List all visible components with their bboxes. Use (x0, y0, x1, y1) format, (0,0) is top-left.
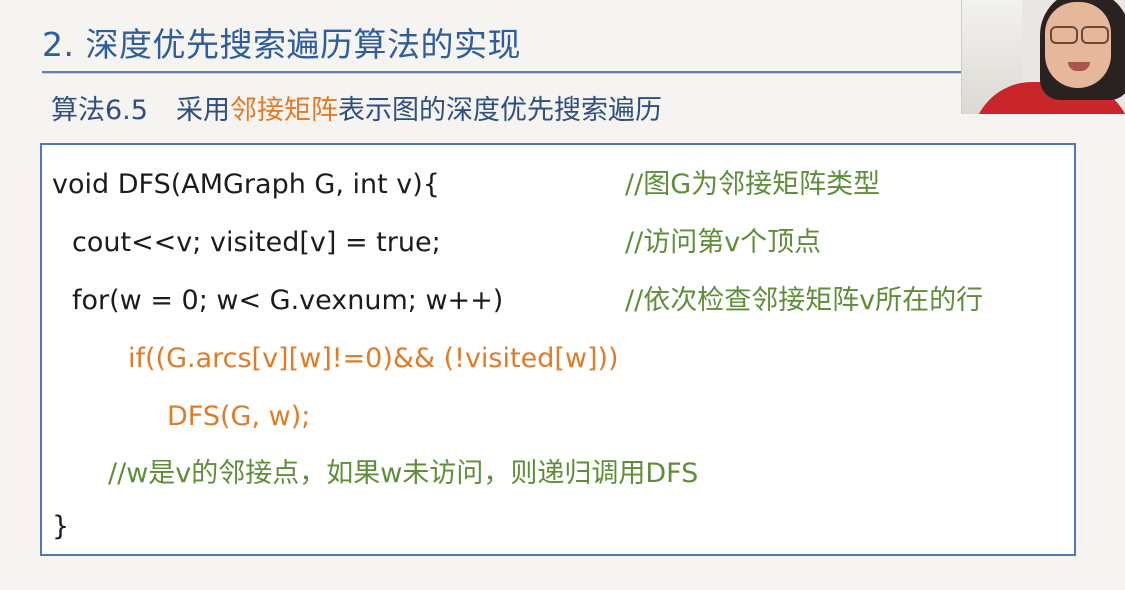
code-line: void DFS(AMGraph G, int v){ //图G为邻接矩阵类型 (42, 165, 1074, 205)
code-line: if((G.arcs[v][w]!=0)&& (!visited[w])) (42, 339, 1074, 379)
presenter-mouth (1068, 62, 1090, 71)
code-line: } (42, 507, 1074, 547)
glasses-left (1050, 26, 1078, 44)
presenter-face (1045, 2, 1111, 88)
code-text: if((G.arcs[v][w]!=0)&& (!visited[w])) (128, 343, 619, 374)
subtitle-prefix: 采用 (175, 95, 230, 126)
code-comment: //依次检查邻接矩阵v所在的行 (625, 285, 984, 316)
subtitle-highlight: 邻接矩阵 (229, 95, 338, 126)
code-text: } (52, 511, 70, 542)
presenter-video (961, 0, 1125, 114)
slide-title: 2. 深度优先搜索遍历算法的实现 (42, 25, 521, 64)
code-text: DFS(G, w); (167, 401, 311, 432)
code-line: for(w = 0; w< G.vexnum; w++) //依次检查邻接矩阵v… (42, 281, 1074, 321)
code-line: //w是v的邻接点，如果w未访问，则递归调用DFS (42, 454, 1074, 494)
subtitle-suffix: 表示图的深度优先搜索遍历 (337, 95, 662, 126)
algorithm-label: 算法6.5 (51, 95, 148, 126)
title-divider (42, 71, 962, 74)
code-line: DFS(G, w); (42, 397, 1074, 437)
code-text: void DFS(AMGraph G, int v){ (52, 169, 440, 200)
slide-subtitle: 算法6.5 采用邻接矩阵表示图的深度优先搜索遍历 (51, 88, 662, 127)
code-text: for(w = 0; w< G.vexnum; w++) (72, 285, 504, 316)
code-text: cout<<v; visited[v] = true; (72, 227, 441, 258)
code-box: void DFS(AMGraph G, int v){ //图G为邻接矩阵类型 … (40, 143, 1076, 556)
code-line: cout<<v; visited[v] = true; //访问第v个顶点 (42, 223, 1074, 263)
code-comment: //图G为邻接矩阵类型 (625, 169, 881, 200)
code-comment: //w是v的邻接点，如果w未访问，则递归调用DFS (108, 458, 699, 489)
glasses-right (1081, 26, 1109, 44)
code-comment: //访问第v个顶点 (625, 227, 822, 258)
